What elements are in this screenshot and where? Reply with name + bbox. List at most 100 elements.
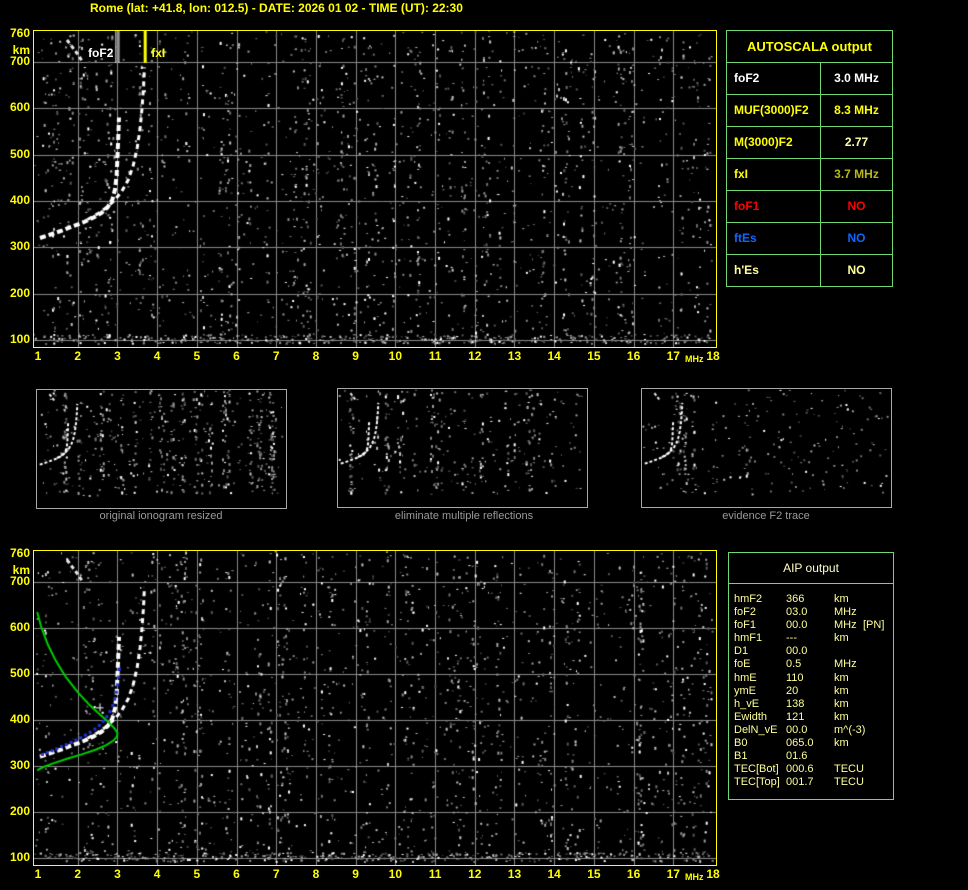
autoscala-param-label: fxI bbox=[727, 159, 821, 190]
aip-param-unit: TECU bbox=[834, 776, 864, 789]
aip-param-unit: km bbox=[834, 671, 849, 684]
aip-param-unit: MHz bbox=[834, 619, 857, 632]
x-axis-tick-label: 10 bbox=[388, 867, 403, 881]
aip-param-extra bbox=[863, 632, 893, 645]
thumbnail-caption-eliminate: eliminate multiple reflections bbox=[394, 510, 534, 522]
aip-param-value: 001.7 bbox=[786, 776, 814, 789]
aip-param-name: hmE bbox=[734, 671, 757, 684]
x-axis-tick-label: 9 bbox=[352, 349, 359, 363]
aip-param-value: 03.0 bbox=[786, 606, 808, 619]
autoscala-row: foF2 3.0 MHz bbox=[727, 63, 892, 95]
x-axis-tick-label: 13 bbox=[507, 867, 522, 881]
aip-param-unit: MHz bbox=[834, 658, 857, 671]
x-axis-tick-label: 14 bbox=[547, 867, 561, 881]
x-axis-tick-label: 7 bbox=[272, 867, 280, 881]
aip-row: foE 0.5 MHz bbox=[734, 658, 893, 671]
autoscala-table-body: foF2 3.0 MHz MUF(3000)F2 8.3 MHz M(3000)F2 2.… bbox=[727, 63, 892, 286]
aip-param-extra bbox=[863, 776, 893, 789]
aip-param-name: foE bbox=[734, 658, 751, 671]
aip-param-name: hmF2 bbox=[734, 593, 763, 605]
aip-param-name: B1 bbox=[734, 750, 748, 763]
x-axis-tick-label: 16 bbox=[626, 867, 641, 881]
x-axis-tick-label: 1 bbox=[34, 349, 42, 363]
x-axis-tick-label: 8 bbox=[312, 349, 320, 363]
aip-row: D1 00.0 bbox=[734, 645, 893, 658]
aip-param-value: 121 bbox=[786, 710, 805, 723]
aip-param-unit: km bbox=[834, 593, 849, 605]
autoscala-param-value: NO bbox=[847, 263, 866, 277]
aip-param-value: 00.0 bbox=[786, 619, 808, 632]
x-axis-tick-label: 18 bbox=[706, 867, 720, 881]
autoscala-row: MUF(3000)F2 8.3 MHz bbox=[727, 95, 892, 127]
aip-param-extra bbox=[863, 711, 893, 724]
x-axis-tick-label: 4 bbox=[153, 867, 161, 881]
autoscala-param-value: NO bbox=[847, 231, 866, 245]
x-axis-tick-label: 3 bbox=[114, 867, 121, 881]
top-ionogram-canvas bbox=[34, 31, 716, 347]
autoscala-table-title: AUTOSCALA output bbox=[727, 31, 892, 63]
thumbnail-caption-evidence: evidence F2 trace bbox=[722, 510, 810, 522]
y-axis-tick-label: 760 bbox=[9, 26, 30, 40]
x-axis-tick-label: 17 bbox=[666, 867, 680, 881]
aip-param-unit: km bbox=[834, 737, 849, 750]
y-axis-tick-label: 300 bbox=[9, 757, 30, 772]
aip-param-extra bbox=[863, 763, 893, 776]
x-axis-tick-label: 3 bbox=[114, 349, 121, 363]
x-axis-tick-label: 12 bbox=[468, 867, 482, 881]
x-axis-tick-label: 5 bbox=[193, 867, 201, 881]
x-axis-tick-label: 15 bbox=[587, 867, 601, 881]
aip-param-extra bbox=[863, 737, 893, 750]
autoscala-param-label: foF2 bbox=[727, 63, 821, 94]
x-axis-tick-label: 16 bbox=[626, 349, 641, 363]
x-axis-tick-label: 5 bbox=[193, 349, 201, 363]
aip-param-extra bbox=[863, 606, 893, 619]
aip-param-extra bbox=[863, 724, 893, 737]
bottom-ionogram-canvas bbox=[34, 551, 716, 865]
aip-table-body: hmF2 366 km foF2 03.0 MHz foF1 00.0 MHz [PN] hmF1 -… bbox=[729, 584, 893, 789]
x-axis-tick-label: 12 bbox=[468, 349, 482, 363]
aip-param-extra bbox=[863, 593, 893, 606]
aip-param-extra bbox=[863, 685, 893, 698]
aip-param-extra: [PN] bbox=[863, 619, 885, 632]
aip-table-title: AIP output bbox=[729, 553, 893, 584]
aip-param-name: foF1 bbox=[734, 619, 757, 632]
thumbnail-original-ionogram bbox=[36, 389, 287, 509]
y-axis-tick-label: 500 bbox=[9, 146, 30, 161]
x-axis-tick-label: 8 bbox=[312, 867, 320, 881]
y-axis-tick-label: 600 bbox=[9, 619, 30, 634]
aip-param-extra bbox=[863, 698, 893, 711]
aip-row: B0 065.0 km bbox=[734, 737, 893, 750]
aip-param-name: foF2 bbox=[734, 606, 757, 619]
y-axis-tick-label: 400 bbox=[9, 711, 30, 726]
aip-param-name: DelN_vE bbox=[734, 723, 778, 736]
x-axis-unit-label: MHz bbox=[685, 872, 704, 882]
autoscala-row: fxI 3.7 MHz bbox=[727, 159, 892, 191]
x-axis-tick-label: 11 bbox=[428, 349, 442, 363]
aip-param-value: 138 bbox=[786, 697, 805, 710]
y-axis-tick-label: 500 bbox=[9, 665, 30, 680]
top-ionogram-plot bbox=[33, 30, 717, 348]
autoscala-param-value: 3.0 MHz bbox=[834, 71, 879, 85]
thumbnail-original-canvas bbox=[37, 390, 286, 503]
y-axis-tick-label: 300 bbox=[9, 239, 30, 254]
aip-output-table: AIP output hmF2 366 km foF2 03.0 MHz foF1 00.0 M… bbox=[728, 552, 894, 800]
aip-row: foF1 00.0 MHz [PN] bbox=[734, 619, 893, 632]
bottom-ionogram-plot bbox=[33, 550, 717, 866]
thumbnail-caption-original: original ionogram resized bbox=[99, 510, 223, 522]
autoscala-param-value: 2.77 bbox=[844, 135, 869, 149]
aip-param-name: TEC[Bot] bbox=[734, 763, 779, 776]
aip-row: TEC[Top] 001.7 TECU bbox=[734, 776, 893, 789]
x-axis-tick-label: 15 bbox=[587, 349, 601, 363]
autoscala-param-label: M(3000)F2 bbox=[727, 127, 821, 158]
page-title: Rome (lat: +41.8, lon: 012.5) - DATE: 20… bbox=[90, 1, 463, 15]
autoscala-param-label: h'Es bbox=[727, 255, 821, 286]
aip-row: hmE 110 km bbox=[734, 672, 893, 685]
aip-param-name: TEC[Top] bbox=[734, 776, 780, 789]
aip-param-value: 110 bbox=[786, 671, 804, 684]
aip-param-unit: km bbox=[834, 684, 849, 697]
aip-param-unit: km bbox=[834, 710, 849, 723]
aip-param-name: hmF1 bbox=[734, 632, 763, 645]
autoscala-row: h'Es NO bbox=[727, 255, 892, 286]
thumbnail-eliminate-canvas bbox=[338, 389, 587, 502]
x-axis-tick-label: 18 bbox=[706, 349, 720, 363]
